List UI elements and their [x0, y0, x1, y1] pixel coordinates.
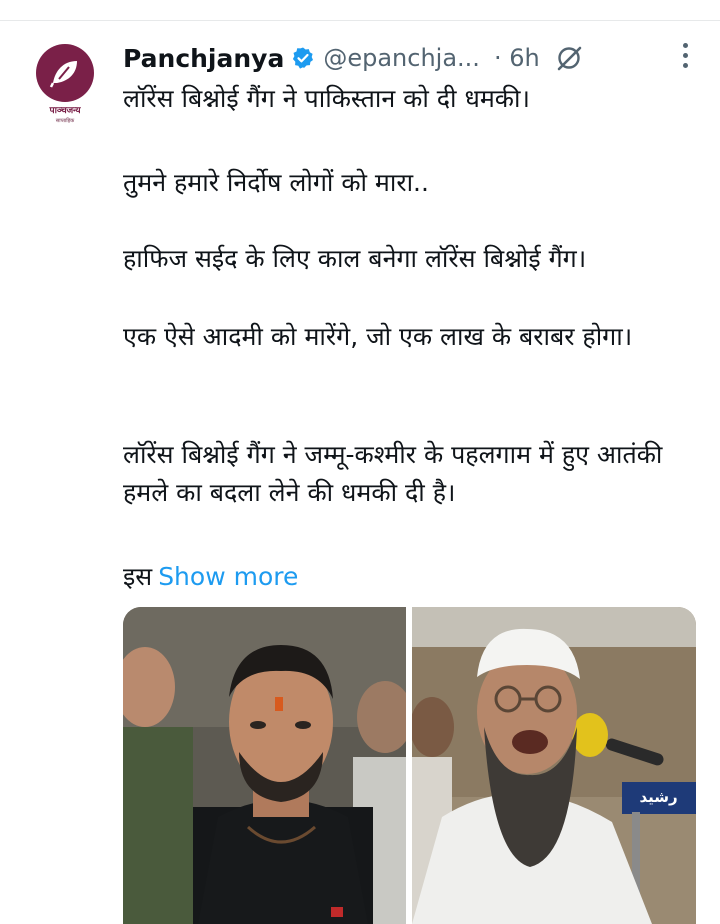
logo-tiny-text: साप्ताहिक	[55, 118, 75, 124]
grok-icon[interactable]	[554, 43, 584, 73]
author-name[interactable]: Panchjanya	[123, 44, 284, 73]
tweet-time[interactable]: · 6h	[494, 44, 540, 72]
author-handle[interactable]: @epanchja...	[323, 44, 480, 72]
logo-caption: पाञ्चजन्य साप्ताहिक	[36, 106, 94, 126]
truncated-line: इस Show more	[123, 558, 298, 596]
logo-text: पाञ्चजन्य	[49, 106, 81, 116]
more-options-icon[interactable]	[683, 43, 688, 68]
media-photo-left[interactable]	[123, 607, 408, 924]
tweet-paragraph: तुमने हमारे निर्दोष लोगों को मारा..	[123, 168, 429, 197]
top-divider	[0, 20, 720, 21]
podium-sign-text: رشید	[639, 788, 678, 806]
verified-badge-icon	[291, 46, 315, 70]
tweet-paragraph: लॉरेंस बिश्नोई गैंग ने जम्मू-कश्मीर के प…	[123, 440, 663, 507]
tweet-header: Panchjanya @epanchja... · 6h	[123, 38, 700, 78]
tweet-media: رشید	[123, 607, 696, 924]
media-photo-right[interactable]: رشید	[411, 607, 696, 924]
show-more-link[interactable]: Show more	[158, 562, 298, 591]
tweet-paragraph: हाफिज सईद के लिए काल बनेगा लॉरेंस बिश्नो…	[123, 244, 587, 273]
author-avatar[interactable]: पाञ्चजन्य साप्ताहिक	[36, 44, 94, 126]
truncated-prefix: इस	[123, 562, 153, 591]
tweet-paragraph: लॉरेंस बिश्नोई गैंग ने पाकिस्तान को दी ध…	[123, 84, 530, 113]
tweet-paragraph: एक ऐसे आदमी को मारेंगे, जो एक लाख के बरा…	[123, 322, 633, 351]
panchjanya-logo	[36, 44, 94, 102]
